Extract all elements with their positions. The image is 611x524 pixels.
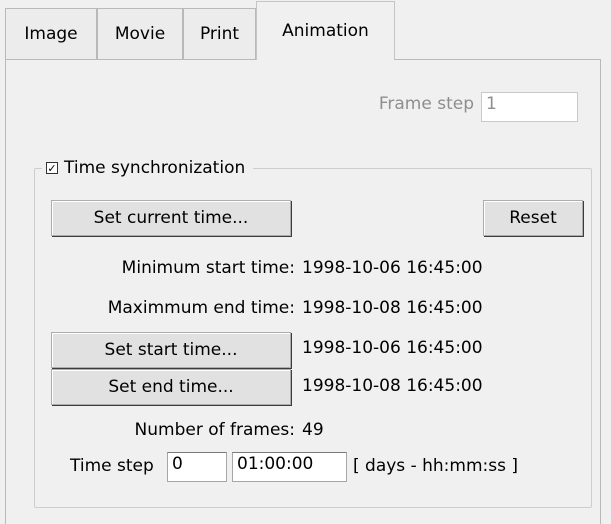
reset-label: Reset: [509, 208, 557, 228]
frame-step-label: Frame step: [378, 94, 474, 114]
tab-label: Animation: [282, 21, 369, 41]
tab-image[interactable]: Image: [5, 8, 97, 59]
tab-label: Print: [199, 24, 240, 44]
frame-step-input[interactable]: 1: [481, 92, 578, 122]
set-current-time-button[interactable]: Set current time...: [51, 200, 291, 236]
set-start-time-label: Set start time...: [104, 340, 238, 360]
tab-label: Movie: [114, 24, 166, 44]
tab-print[interactable]: Print: [183, 8, 256, 59]
min-start-label: Minimum start time:: [121, 258, 295, 278]
time-step-units: [ days - hh:mm:ss ]: [353, 456, 518, 476]
time-step-days-input[interactable]: 0: [167, 452, 227, 482]
tab-movie[interactable]: Movie: [97, 8, 183, 59]
set-current-time-label: Set current time...: [93, 208, 249, 228]
set-start-time-button[interactable]: Set start time...: [51, 332, 291, 368]
end-time-value: 1998-10-08 16:45:00: [302, 376, 483, 396]
tab-animation[interactable]: Animation: [256, 1, 395, 60]
max-end-value: 1998-10-08 16:45:00: [302, 298, 483, 318]
num-frames-label: Number of frames:: [134, 420, 295, 440]
checkbox-check-icon[interactable]: ✓: [46, 162, 58, 174]
reset-button[interactable]: Reset: [483, 200, 583, 236]
start-time-value: 1998-10-06 16:45:00: [302, 338, 483, 358]
time-step-hms-input[interactable]: 01:00:00: [232, 452, 347, 482]
max-end-label: Maximmum end time:: [107, 298, 295, 318]
time-sync-label: Time synchronization: [64, 158, 246, 178]
set-end-time-label: Set end time...: [108, 377, 234, 397]
time-sync-checkbox[interactable]: ✓ Time synchronization: [42, 155, 254, 181]
time-step-label: Time step: [70, 456, 154, 476]
tab-label: Image: [24, 24, 78, 44]
min-start-value: 1998-10-06 16:45:00: [302, 258, 483, 278]
set-end-time-button[interactable]: Set end time...: [51, 369, 291, 405]
num-frames-value: 49: [302, 420, 324, 440]
